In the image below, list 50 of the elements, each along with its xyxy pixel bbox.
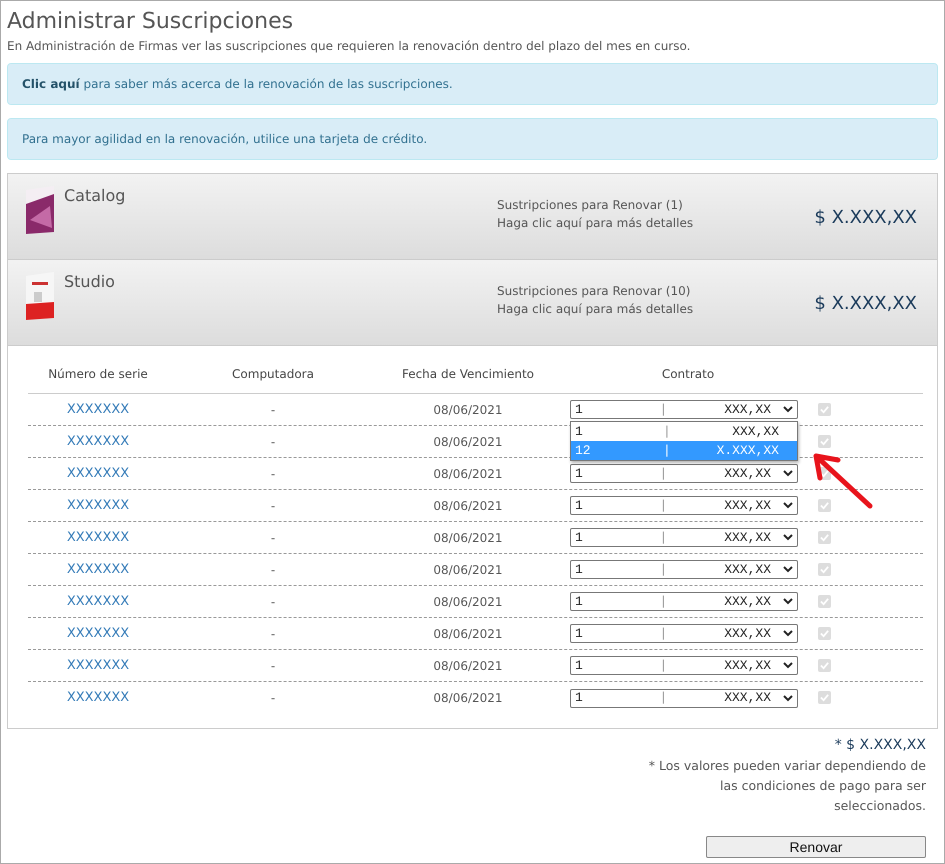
caret-icon [783, 662, 793, 669]
table-cell: 08/06/2021 [433, 402, 503, 416]
total-price: * $ X.XXX,XX [834, 736, 926, 755]
table-cell: - [270, 402, 276, 416]
table-cell: 08/06/2021 [433, 691, 503, 705]
table-cell: 08/06/2021 [433, 658, 503, 672]
page-subtitle: En Administración de Firmas ver las suscripciones que requieren la renovación dentro del plazo del mes en curso. [7, 38, 692, 55]
table-cell: - [270, 562, 276, 576]
product-name: Studio [64, 271, 115, 293]
caret-icon [783, 598, 793, 605]
caret-icon [783, 694, 793, 702]
details-link[interactable]: Haga clic aquí para más detalles [497, 214, 757, 232]
info-alert: Para mayor agilidad en la renovación, utilice una tarjeta de crédito. [7, 118, 938, 160]
renewal-count: Sustripciones para Renovar (1) [497, 197, 684, 214]
column-header: Fecha de Vencimiento [402, 366, 534, 380]
product-price: $ X.XXX,XX [813, 206, 918, 230]
details-link[interactable]: Haga clic aquí para más detalles [497, 300, 757, 318]
table-cell: 08/06/2021 [433, 466, 503, 480]
table-cell: - [270, 434, 276, 448]
caret-icon [783, 406, 793, 413]
product-name: Catalog [64, 185, 126, 207]
renewal-count: Sustripciones para Renovar (10) [497, 283, 692, 300]
caret-icon [783, 566, 793, 573]
column-header: Número de serie [48, 366, 148, 380]
table-cell: - [270, 498, 276, 512]
table-cell: - [270, 594, 276, 608]
product-row[interactable]: Catalog Sustripciones para Renovar (1) Haga clic aquí para más detalles $ X.XXX,XX [8, 174, 937, 260]
table-cell: 08/06/2021 [433, 626, 503, 640]
page-title: Administrar Suscripciones [7, 8, 294, 36]
column-header: Contrato [662, 366, 714, 380]
caret-icon [783, 630, 793, 637]
product-row[interactable]: Studio Sustripciones para Renovar (10) Haga clic aquí para más detalles $ X.XXX,XX [8, 260, 937, 346]
table-cell: - [270, 466, 276, 480]
caret-icon [783, 470, 793, 477]
table-cell: 08/06/2021 [433, 530, 503, 544]
caret-icon [783, 502, 793, 509]
product-price: $ X.XXX,XX [813, 292, 918, 316]
table-cell: - [270, 691, 276, 705]
footnote: * Los valores pueden variar dependiendo de las condiciones de pago para ser seleccionados. [648, 757, 926, 815]
info-alert: Clic aquí para saber más acerca de la renovación de las suscripciones. [7, 63, 938, 105]
caret-icon [783, 534, 793, 541]
table-cell: 08/06/2021 [433, 434, 503, 448]
renew-button[interactable]: Renovar [706, 836, 926, 858]
table-cell: 08/06/2021 [433, 594, 503, 608]
table-cell: 08/06/2021 [433, 562, 503, 576]
table-cell: - [270, 530, 276, 544]
column-header: Computadora [232, 366, 314, 380]
table-cell: - [270, 658, 276, 672]
table-cell: - [270, 626, 276, 640]
table-cell: 08/06/2021 [433, 498, 503, 512]
